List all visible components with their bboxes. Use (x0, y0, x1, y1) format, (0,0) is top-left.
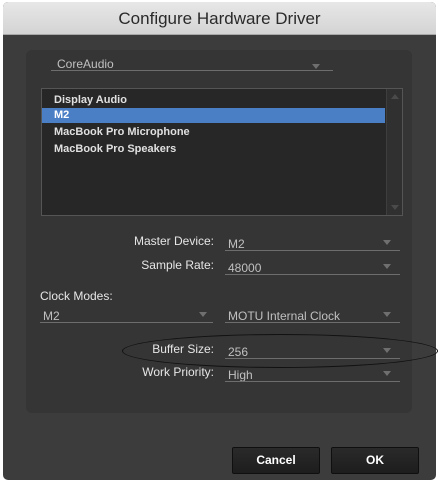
list-item-macbook-pro-speakers[interactable]: MacBook Pro Speakers (42, 142, 385, 157)
list-item-display-audio[interactable]: Display Audio (42, 93, 385, 108)
clock-device-underline (40, 322, 213, 323)
work-priority-value: High (228, 368, 253, 382)
ok-button[interactable]: OK (331, 447, 419, 474)
dialog-title: Configure Hardware Driver (118, 9, 321, 28)
driver-dropdown-underline (51, 70, 333, 71)
list-item-m2-selected[interactable]: M2 (42, 108, 385, 123)
master-device-underline (225, 250, 400, 251)
clock-device-value: M2 (43, 309, 60, 323)
sample-rate-label: Sample Rate: (141, 258, 214, 272)
scroll-up-arrow-icon[interactable] (391, 94, 399, 99)
driver-dropdown-value: CoreAudio (57, 57, 114, 71)
chevron-down-icon (383, 240, 391, 245)
sample-rate-value: 48000 (228, 261, 262, 275)
device-list-scrollbar[interactable] (386, 89, 402, 215)
scroll-down-arrow-icon[interactable] (391, 205, 399, 210)
cancel-button[interactable]: Cancel (232, 447, 320, 474)
master-device-label: Master Device: (133, 234, 214, 248)
chevron-down-icon (199, 312, 207, 317)
master-device-value: M2 (228, 237, 245, 251)
device-list[interactable]: Display Audio M2 MacBook Pro Microphone … (41, 88, 403, 216)
work-priority-underline (225, 381, 400, 382)
buffer-size-underline (225, 358, 400, 359)
list-item-macbook-pro-microphone[interactable]: MacBook Pro Microphone (42, 125, 385, 140)
chevron-down-icon (383, 312, 391, 317)
clock-source-value: MOTU Internal Clock (228, 309, 341, 323)
configure-hardware-driver-dialog: Configure Hardware Driver CoreAudio Disp… (3, 2, 436, 480)
buffer-size-value: 256 (228, 345, 249, 359)
chevron-down-icon (312, 64, 320, 69)
buffer-size-label: Buffer Size: (152, 342, 214, 356)
chevron-down-icon (383, 371, 391, 376)
title-bar: Configure Hardware Driver (3, 2, 436, 35)
clock-source-underline (225, 322, 400, 323)
clock-modes-label: Clock Modes: (40, 289, 113, 303)
sample-rate-underline (225, 274, 400, 275)
chevron-down-icon (383, 264, 391, 269)
chevron-down-icon (383, 348, 391, 353)
work-priority-label: Work Priority: (142, 365, 214, 379)
